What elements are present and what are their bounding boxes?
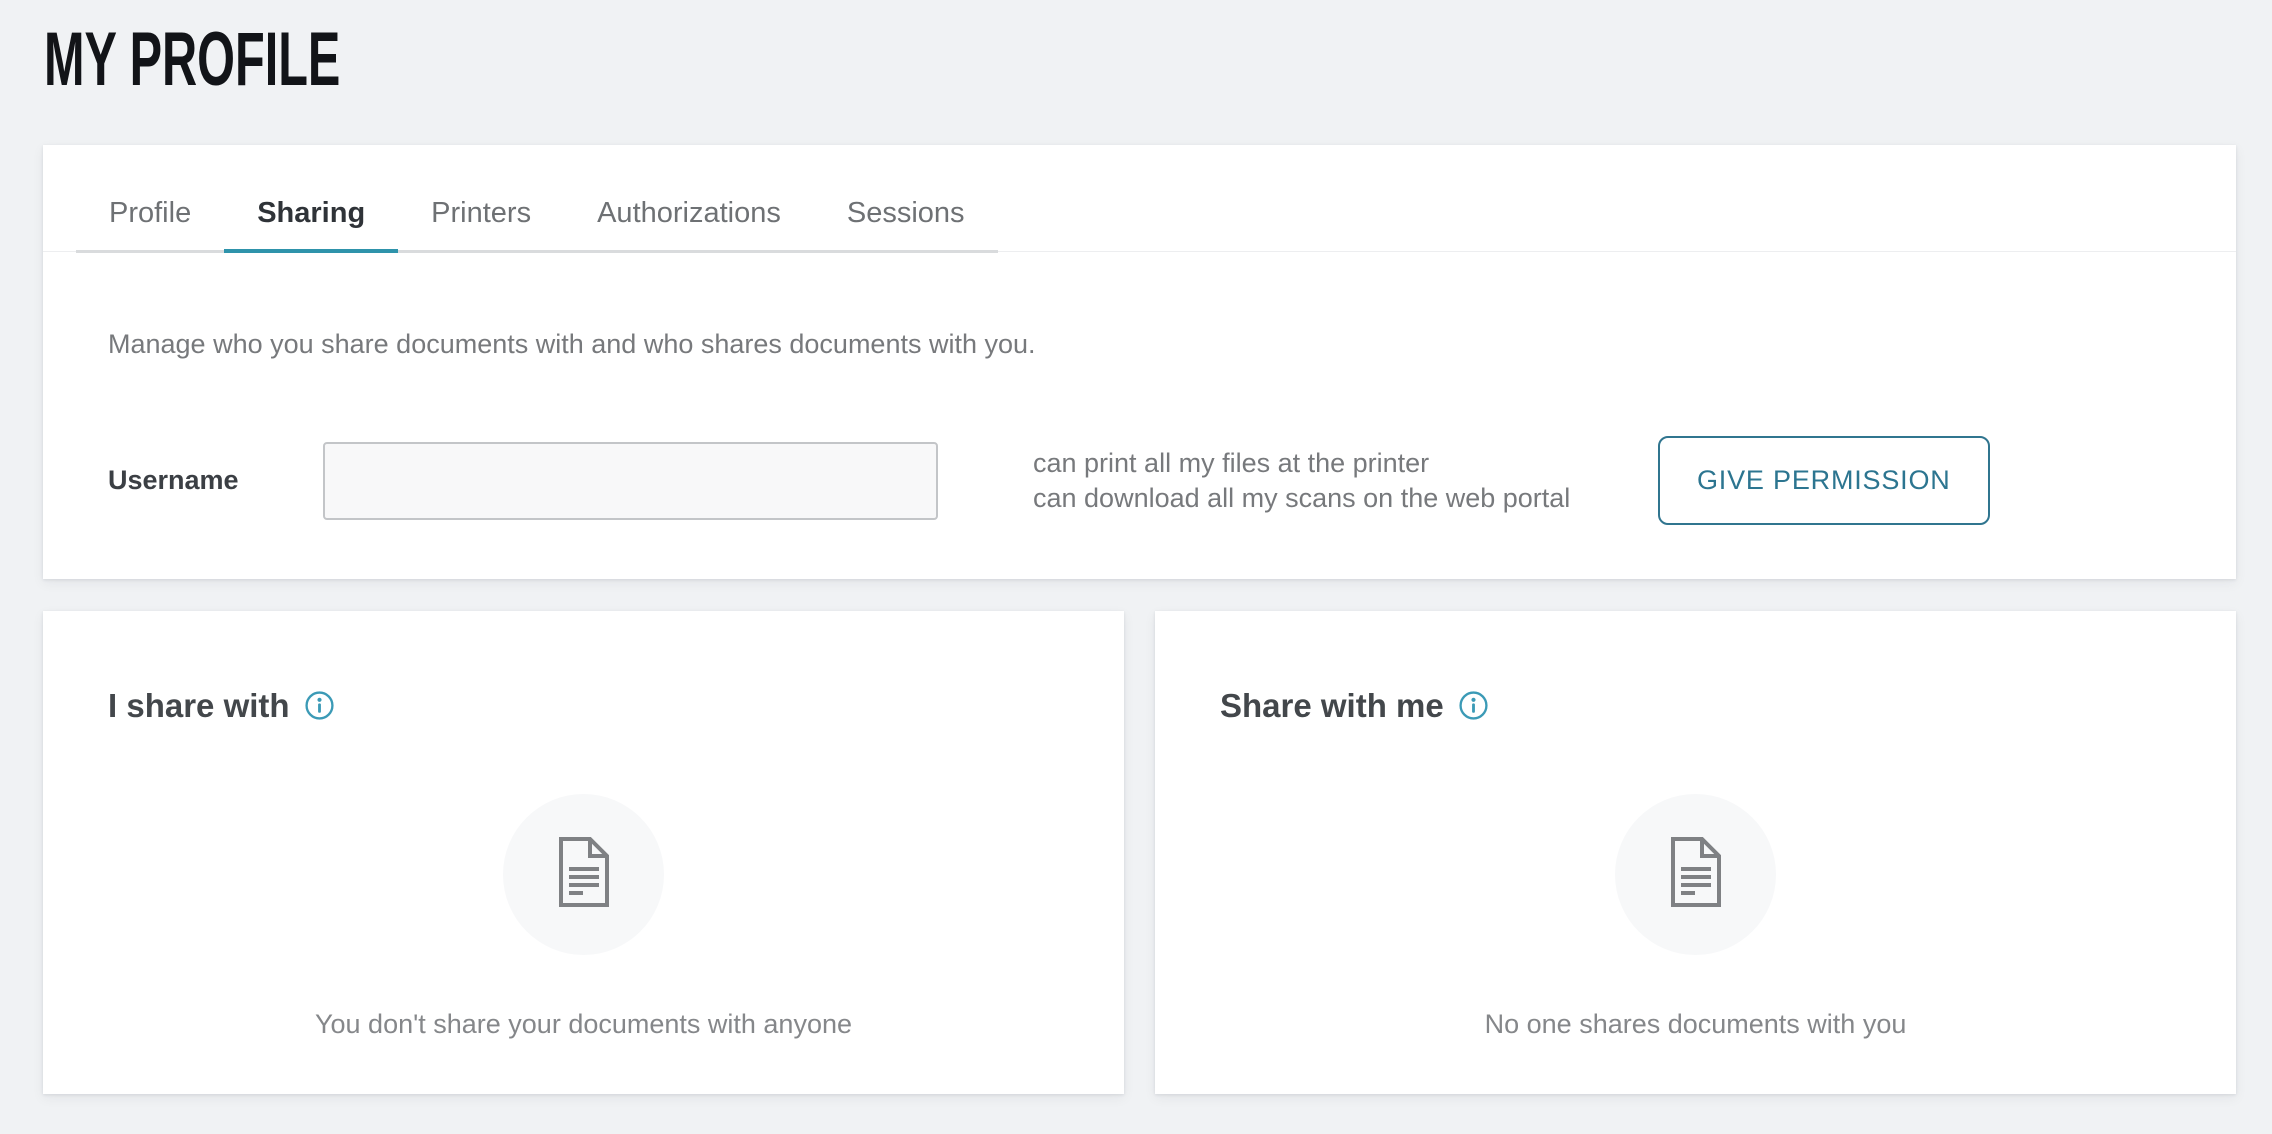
tab-list: Profile Sharing Printers Authorizations … xyxy=(76,145,998,253)
empty-state-message: You don't share your documents with anyo… xyxy=(108,1009,1059,1040)
document-icon xyxy=(1669,836,1723,913)
tab-bar: Profile Sharing Printers Authorizations … xyxy=(43,145,2236,252)
empty-state: You don't share your documents with anyo… xyxy=(108,794,1059,1040)
tab-profile[interactable]: Profile xyxy=(76,145,224,250)
sharing-description: Manage who you share documents with and … xyxy=(108,327,2236,361)
give-permission-button[interactable]: GIVE PERMISSION xyxy=(1658,436,1990,525)
i-share-with-title: I share with xyxy=(108,689,1059,722)
card-title-text: Share with me xyxy=(1220,689,1444,722)
share-with-me-card: Share with me xyxy=(1155,611,2236,1094)
username-label: Username xyxy=(108,465,323,496)
empty-state-message: No one shares documents with you xyxy=(1220,1009,2171,1040)
empty-state-circle xyxy=(503,794,664,955)
page-title: MY PROFILE xyxy=(44,20,1447,100)
tab-printers[interactable]: Printers xyxy=(398,145,564,250)
tab-sharing[interactable]: Sharing xyxy=(224,145,398,250)
permission-line-print: can print all my files at the printer xyxy=(1033,446,1598,481)
tab-authorizations[interactable]: Authorizations xyxy=(564,145,814,250)
permission-line-download: can download all my scans on the web por… xyxy=(1033,481,1598,516)
info-icon[interactable] xyxy=(304,690,335,721)
i-share-with-card: I share with xyxy=(43,611,1124,1094)
empty-state: No one shares documents with you xyxy=(1220,794,2171,1040)
sharing-panel: Profile Sharing Printers Authorizations … xyxy=(43,145,2236,579)
permission-descriptions: can print all my files at the printer ca… xyxy=(1033,446,1598,516)
give-permission-form: Username can print all my files at the p… xyxy=(108,436,2236,525)
my-profile-page: MY PROFILE Profile Sharing Printers Auth… xyxy=(0,0,2272,1094)
document-icon xyxy=(557,836,611,913)
username-input[interactable] xyxy=(323,442,938,520)
card-title-text: I share with xyxy=(108,689,290,722)
tab-sessions[interactable]: Sessions xyxy=(814,145,998,250)
sharing-cards: I share with xyxy=(43,611,2236,1094)
empty-state-circle xyxy=(1615,794,1776,955)
share-with-me-title: Share with me xyxy=(1220,689,2171,722)
info-icon[interactable] xyxy=(1458,690,1489,721)
